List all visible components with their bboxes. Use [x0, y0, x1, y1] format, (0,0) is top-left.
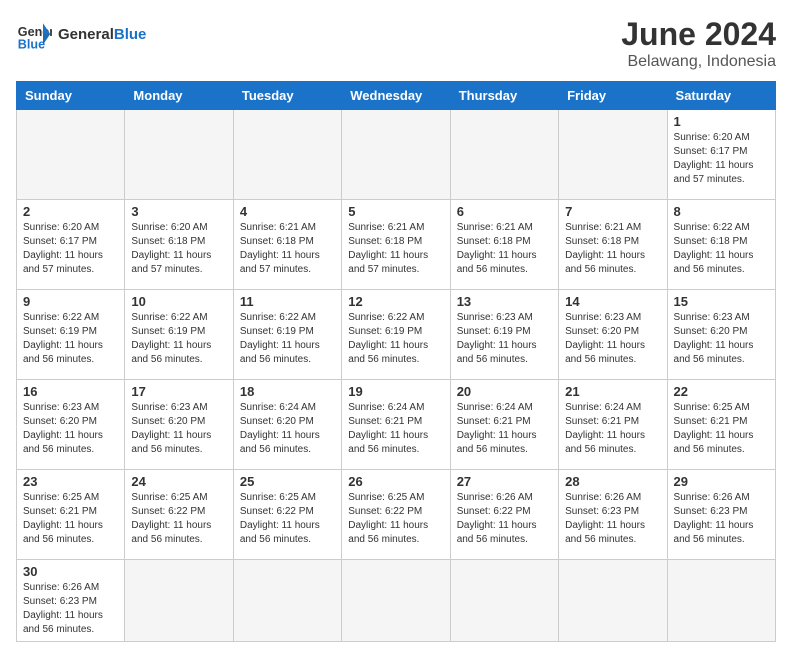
- logo-text: GeneralBlue: [58, 26, 146, 43]
- empty-cell: [342, 560, 450, 642]
- day-14: 14 Sunrise: 6:23 AMSunset: 6:20 PMDaylig…: [559, 290, 667, 380]
- day-24: 24 Sunrise: 6:25 AMSunset: 6:22 PMDaylig…: [125, 470, 233, 560]
- day-22: 22 Sunrise: 6:25 AMSunset: 6:21 PMDaylig…: [667, 380, 775, 470]
- day-2: 2 Sunrise: 6:20 AMSunset: 6:17 PMDayligh…: [17, 200, 125, 290]
- empty-cell: [450, 560, 558, 642]
- empty-cell: [450, 110, 558, 200]
- day-5: 5 Sunrise: 6:21 AMSunset: 6:18 PMDayligh…: [342, 200, 450, 290]
- logo-blue: Blue: [114, 26, 147, 43]
- title-area: June 2024 Belawang, Indonesia: [621, 16, 776, 71]
- header-friday: Friday: [559, 82, 667, 110]
- logo-general: General: [58, 26, 114, 43]
- day-4: 4 Sunrise: 6:21 AMSunset: 6:18 PMDayligh…: [233, 200, 341, 290]
- header-wednesday: Wednesday: [342, 82, 450, 110]
- calendar-row-6: 30 Sunrise: 6:26 AMSunset: 6:23 PMDaylig…: [17, 560, 776, 642]
- calendar-row-4: 16 Sunrise: 6:23 AMSunset: 6:20 PMDaylig…: [17, 380, 776, 470]
- day-8: 8 Sunrise: 6:22 AMSunset: 6:18 PMDayligh…: [667, 200, 775, 290]
- weekday-header-row: Sunday Monday Tuesday Wednesday Thursday…: [17, 82, 776, 110]
- page-header: General Blue GeneralBlue June 2024 Belaw…: [16, 16, 776, 71]
- day-30: 30 Sunrise: 6:26 AMSunset: 6:23 PMDaylig…: [17, 560, 125, 642]
- day-12: 12 Sunrise: 6:22 AMSunset: 6:19 PMDaylig…: [342, 290, 450, 380]
- day-16: 16 Sunrise: 6:23 AMSunset: 6:20 PMDaylig…: [17, 380, 125, 470]
- empty-cell: [17, 110, 125, 200]
- day-20: 20 Sunrise: 6:24 AMSunset: 6:21 PMDaylig…: [450, 380, 558, 470]
- empty-cell: [125, 560, 233, 642]
- calendar-row-2: 2 Sunrise: 6:20 AMSunset: 6:17 PMDayligh…: [17, 200, 776, 290]
- header-sunday: Sunday: [17, 82, 125, 110]
- empty-cell: [233, 560, 341, 642]
- day-26: 26 Sunrise: 6:25 AMSunset: 6:22 PMDaylig…: [342, 470, 450, 560]
- day-27: 27 Sunrise: 6:26 AMSunset: 6:22 PMDaylig…: [450, 470, 558, 560]
- day-7: 7 Sunrise: 6:21 AMSunset: 6:18 PMDayligh…: [559, 200, 667, 290]
- day-6: 6 Sunrise: 6:21 AMSunset: 6:18 PMDayligh…: [450, 200, 558, 290]
- day-info: Sunrise: 6:20 AMSunset: 6:17 PMDaylight:…: [674, 131, 769, 187]
- day-10: 10 Sunrise: 6:22 AMSunset: 6:19 PMDaylig…: [125, 290, 233, 380]
- empty-cell: [125, 110, 233, 200]
- month-title: June 2024: [621, 16, 776, 53]
- header-tuesday: Tuesday: [233, 82, 341, 110]
- empty-cell: [342, 110, 450, 200]
- calendar-row-5: 23 Sunrise: 6:25 AMSunset: 6:21 PMDaylig…: [17, 470, 776, 560]
- header-thursday: Thursday: [450, 82, 558, 110]
- day-9: 9 Sunrise: 6:22 AMSunset: 6:19 PMDayligh…: [17, 290, 125, 380]
- day-13: 13 Sunrise: 6:23 AMSunset: 6:19 PMDaylig…: [450, 290, 558, 380]
- empty-cell: [233, 110, 341, 200]
- day-17: 17 Sunrise: 6:23 AMSunset: 6:20 PMDaylig…: [125, 380, 233, 470]
- day-23: 23 Sunrise: 6:25 AMSunset: 6:21 PMDaylig…: [17, 470, 125, 560]
- calendar-row-1: 1 Sunrise: 6:20 AMSunset: 6:17 PMDayligh…: [17, 110, 776, 200]
- logo-icon: General Blue: [16, 16, 52, 52]
- logo: General Blue GeneralBlue: [16, 16, 146, 52]
- empty-cell: [559, 560, 667, 642]
- header-monday: Monday: [125, 82, 233, 110]
- day-25: 25 Sunrise: 6:25 AMSunset: 6:22 PMDaylig…: [233, 470, 341, 560]
- day-number: 1: [674, 114, 769, 129]
- calendar-table: Sunday Monday Tuesday Wednesday Thursday…: [16, 81, 776, 642]
- location-title: Belawang, Indonesia: [621, 53, 776, 71]
- day-21: 21 Sunrise: 6:24 AMSunset: 6:21 PMDaylig…: [559, 380, 667, 470]
- day-15: 15 Sunrise: 6:23 AMSunset: 6:20 PMDaylig…: [667, 290, 775, 380]
- calendar-row-3: 9 Sunrise: 6:22 AMSunset: 6:19 PMDayligh…: [17, 290, 776, 380]
- day-28: 28 Sunrise: 6:26 AMSunset: 6:23 PMDaylig…: [559, 470, 667, 560]
- day-11: 11 Sunrise: 6:22 AMSunset: 6:19 PMDaylig…: [233, 290, 341, 380]
- day-19: 19 Sunrise: 6:24 AMSunset: 6:21 PMDaylig…: [342, 380, 450, 470]
- svg-text:Blue: Blue: [18, 37, 45, 51]
- day-29: 29 Sunrise: 6:26 AMSunset: 6:23 PMDaylig…: [667, 470, 775, 560]
- empty-cell: [667, 560, 775, 642]
- day-3: 3 Sunrise: 6:20 AMSunset: 6:18 PMDayligh…: [125, 200, 233, 290]
- day-18: 18 Sunrise: 6:24 AMSunset: 6:20 PMDaylig…: [233, 380, 341, 470]
- day-1: 1 Sunrise: 6:20 AMSunset: 6:17 PMDayligh…: [667, 110, 775, 200]
- header-saturday: Saturday: [667, 82, 775, 110]
- empty-cell: [559, 110, 667, 200]
